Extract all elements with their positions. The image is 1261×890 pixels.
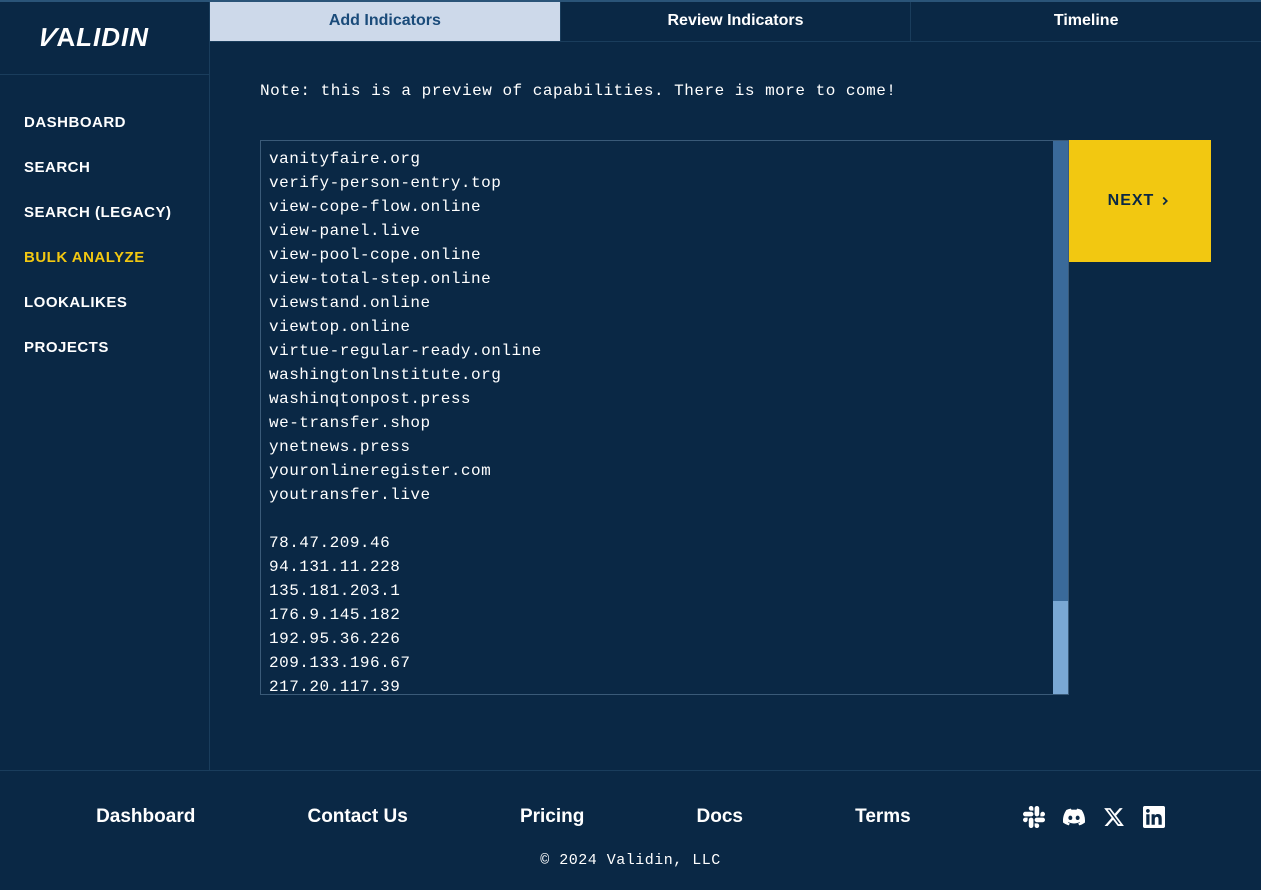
- discord-icon[interactable]: [1063, 806, 1085, 828]
- footer-link-contact[interactable]: Contact Us: [307, 806, 407, 828]
- tab-timeline[interactable]: Timeline: [911, 0, 1261, 41]
- x-twitter-icon[interactable]: [1103, 806, 1125, 828]
- sidebar-item-dashboard[interactable]: DASHBOARD: [0, 100, 209, 145]
- main-panel: Add Indicators Review Indicators Timelin…: [210, 0, 1261, 770]
- indicators-textarea[interactable]: [260, 140, 1069, 695]
- window-topbar: [0, 0, 1261, 2]
- next-button[interactable]: NEXT: [1069, 140, 1211, 262]
- footer-link-docs[interactable]: Docs: [697, 806, 743, 828]
- footer-link-terms[interactable]: Terms: [855, 806, 911, 828]
- linkedin-icon[interactable]: [1143, 806, 1165, 828]
- preview-note: Note: this is a preview of capabilities.…: [260, 82, 1211, 100]
- footer-link-pricing[interactable]: Pricing: [520, 806, 584, 828]
- content-area: Note: this is a preview of capabilities.…: [210, 42, 1261, 770]
- sidebar-item-bulk-analyze[interactable]: BULK ANALYZE: [0, 235, 209, 280]
- input-row: NEXT: [260, 140, 1211, 695]
- slack-icon[interactable]: [1023, 806, 1045, 828]
- sidebar: VALIDIN DASHBOARD SEARCH SEARCH (LEGACY)…: [0, 0, 210, 770]
- sidebar-item-search-legacy[interactable]: SEARCH (LEGACY): [0, 190, 209, 235]
- tab-add-indicators[interactable]: Add Indicators: [210, 0, 561, 41]
- footer-links: Dashboard Contact Us Pricing Docs Terms: [0, 782, 1261, 852]
- brand-logo[interactable]: VALIDIN: [38, 22, 149, 53]
- sidebar-item-projects[interactable]: PROJECTS: [0, 325, 209, 370]
- footer: Dashboard Contact Us Pricing Docs Terms …: [0, 770, 1261, 890]
- main-layout: VALIDIN DASHBOARD SEARCH SEARCH (LEGACY)…: [0, 0, 1261, 770]
- next-column: NEXT: [1069, 140, 1211, 695]
- tab-bar: Add Indicators Review Indicators Timelin…: [210, 0, 1261, 42]
- next-button-label: NEXT: [1108, 192, 1155, 210]
- sidebar-item-search[interactable]: SEARCH: [0, 145, 209, 190]
- indicators-textarea-wrap: [260, 140, 1069, 695]
- social-icons: [1023, 806, 1165, 828]
- chevron-right-icon: [1158, 194, 1172, 208]
- footer-link-dashboard[interactable]: Dashboard: [96, 806, 195, 828]
- sidebar-nav: DASHBOARD SEARCH SEARCH (LEGACY) BULK AN…: [0, 75, 209, 370]
- logo-area: VALIDIN: [0, 0, 209, 75]
- tab-review-indicators[interactable]: Review Indicators: [561, 0, 912, 41]
- copyright-text: © 2024 Validin, LLC: [0, 852, 1261, 879]
- sidebar-item-lookalikes[interactable]: LOOKALIKES: [0, 280, 209, 325]
